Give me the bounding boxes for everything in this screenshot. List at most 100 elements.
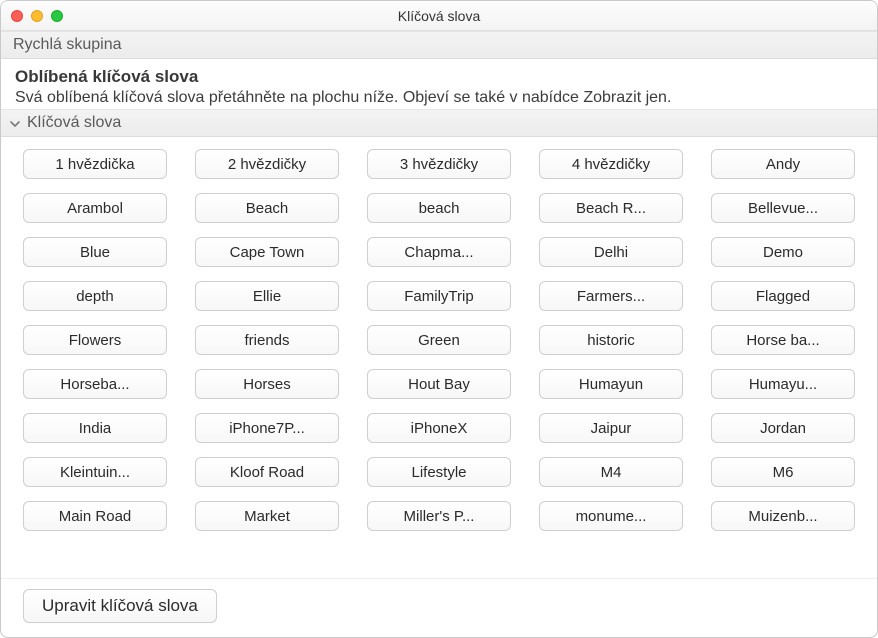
keyword-button[interactable]: 4 hvězdičky [539,149,683,179]
keyword-label: iPhoneX [411,420,468,437]
chevron-down-icon [9,117,21,129]
keyword-button[interactable]: Kloof Road [195,457,339,487]
keyword-button[interactable]: Delhi [539,237,683,267]
keyword-button[interactable]: Flagged [711,281,855,311]
keyword-label: Chapma... [404,244,473,261]
keyword-label: India [79,420,112,437]
keyword-button[interactable]: Hout Bay [367,369,511,399]
keyword-label: friends [244,332,289,349]
keyword-label: Flagged [756,288,810,305]
keyword-button[interactable]: Flowers [23,325,167,355]
keyword-label: 4 hvězdičky [572,156,650,173]
keyword-button[interactable]: historic [539,325,683,355]
window-title: Klíčová slova [1,8,877,24]
keyword-label: Muizenb... [748,508,817,525]
keyword-button[interactable]: Cape Town [195,237,339,267]
keyword-button[interactable]: Chapma... [367,237,511,267]
keyword-button[interactable]: Arambol [23,193,167,223]
keyword-label: Miller's P... [404,508,475,525]
keyword-grid: 1 hvězdička 2 hvězdičky 3 hvězdičky 4 hvězd… [1,137,877,578]
keyword-label: Beach R... [576,200,646,217]
keyword-button[interactable]: India [23,413,167,443]
close-icon[interactable] [11,10,23,22]
keyword-label: Flowers [69,332,122,349]
keyword-label: Hout Bay [408,376,470,393]
keyword-button[interactable]: 2 hvězdičky [195,149,339,179]
keyword-button[interactable]: Beach [195,193,339,223]
keyword-button[interactable]: Horses [195,369,339,399]
keyword-button[interactable]: Beach R... [539,193,683,223]
window-controls [11,10,63,22]
titlebar: Klíčová slova [1,1,877,31]
quick-group-header: Rychlá skupina [1,31,877,59]
keyword-button[interactable]: Andy [711,149,855,179]
keyword-label: Beach [246,200,289,217]
keyword-button[interactable]: monume... [539,501,683,531]
edit-keywords-label: Upravit klíčová slova [42,596,198,616]
keyword-button[interactable]: Farmers... [539,281,683,311]
keyword-button[interactable]: Demo [711,237,855,267]
keywords-section-header[interactable]: Klíčová slova [1,109,877,137]
keyword-button[interactable]: Muizenb... [711,501,855,531]
keyword-label: historic [587,332,635,349]
keyword-label: Market [244,508,290,525]
keyword-label: Ellie [253,288,281,305]
keyword-label: Jaipur [591,420,632,437]
keyword-label: Horses [243,376,291,393]
keyword-label: Main Road [59,508,132,525]
keyword-label: Humayun [579,376,643,393]
keyword-label: FamilyTrip [404,288,473,305]
keyword-button[interactable]: Lifestyle [367,457,511,487]
keyword-label: iPhone7P... [229,420,305,437]
keyword-button[interactable]: Humayun [539,369,683,399]
keyword-button[interactable]: Green [367,325,511,355]
zoom-icon[interactable] [51,10,63,22]
keyword-label: Delhi [594,244,628,261]
keyword-button[interactable]: Kleintuin... [23,457,167,487]
keyword-button[interactable]: Jaipur [539,413,683,443]
keyword-button[interactable]: 3 hvězdičky [367,149,511,179]
keyword-button[interactable]: M4 [539,457,683,487]
keyword-label: Bellevue... [748,200,818,217]
keyword-label: Kleintuin... [60,464,130,481]
keyword-button[interactable]: depth [23,281,167,311]
keyword-button[interactable]: FamilyTrip [367,281,511,311]
keyword-button[interactable]: beach [367,193,511,223]
keyword-button[interactable]: Main Road [23,501,167,531]
minimize-icon[interactable] [31,10,43,22]
keyword-button[interactable]: Horse ba... [711,325,855,355]
keyword-label: Arambol [67,200,123,217]
keyword-button[interactable]: Miller's P... [367,501,511,531]
keyword-label: 3 hvězdičky [400,156,478,173]
keyword-button[interactable]: Horseba... [23,369,167,399]
keyword-label: 2 hvězdičky [228,156,306,173]
keyword-label: 1 hvězdička [55,156,134,173]
edit-keywords-button[interactable]: Upravit klíčová slova [23,589,217,623]
keyword-label: Horse ba... [746,332,819,349]
keyword-button[interactable]: M6 [711,457,855,487]
keyword-button[interactable]: Ellie [195,281,339,311]
keyword-label: Green [418,332,460,349]
footer: Upravit klíčová slova [1,578,877,637]
keyword-button[interactable]: friends [195,325,339,355]
keyword-label: Farmers... [577,288,645,305]
keyword-button[interactable]: iPhoneX [367,413,511,443]
keyword-button[interactable]: Blue [23,237,167,267]
keyword-label: M6 [773,464,794,481]
keyword-button[interactable]: Jordan [711,413,855,443]
keyword-label: Cape Town [230,244,305,261]
keyword-button[interactable]: 1 hvězdička [23,149,167,179]
keywords-header-label: Klíčová slova [27,114,121,132]
keyword-label: Horseba... [60,376,129,393]
favorites-description: Svá oblíbená klíčová slova přetáhněte na… [15,89,863,107]
keyword-label: Lifestyle [411,464,466,481]
keyword-button[interactable]: Market [195,501,339,531]
keyword-label: Jordan [760,420,806,437]
keyword-label: monume... [576,508,647,525]
keyword-button[interactable]: Bellevue... [711,193,855,223]
favorites-title: Oblíbená klíčová slova [15,67,863,87]
keyword-label: Demo [763,244,803,261]
keyword-button[interactable]: iPhone7P... [195,413,339,443]
keyword-label: Kloof Road [230,464,304,481]
keyword-button[interactable]: Humayu... [711,369,855,399]
